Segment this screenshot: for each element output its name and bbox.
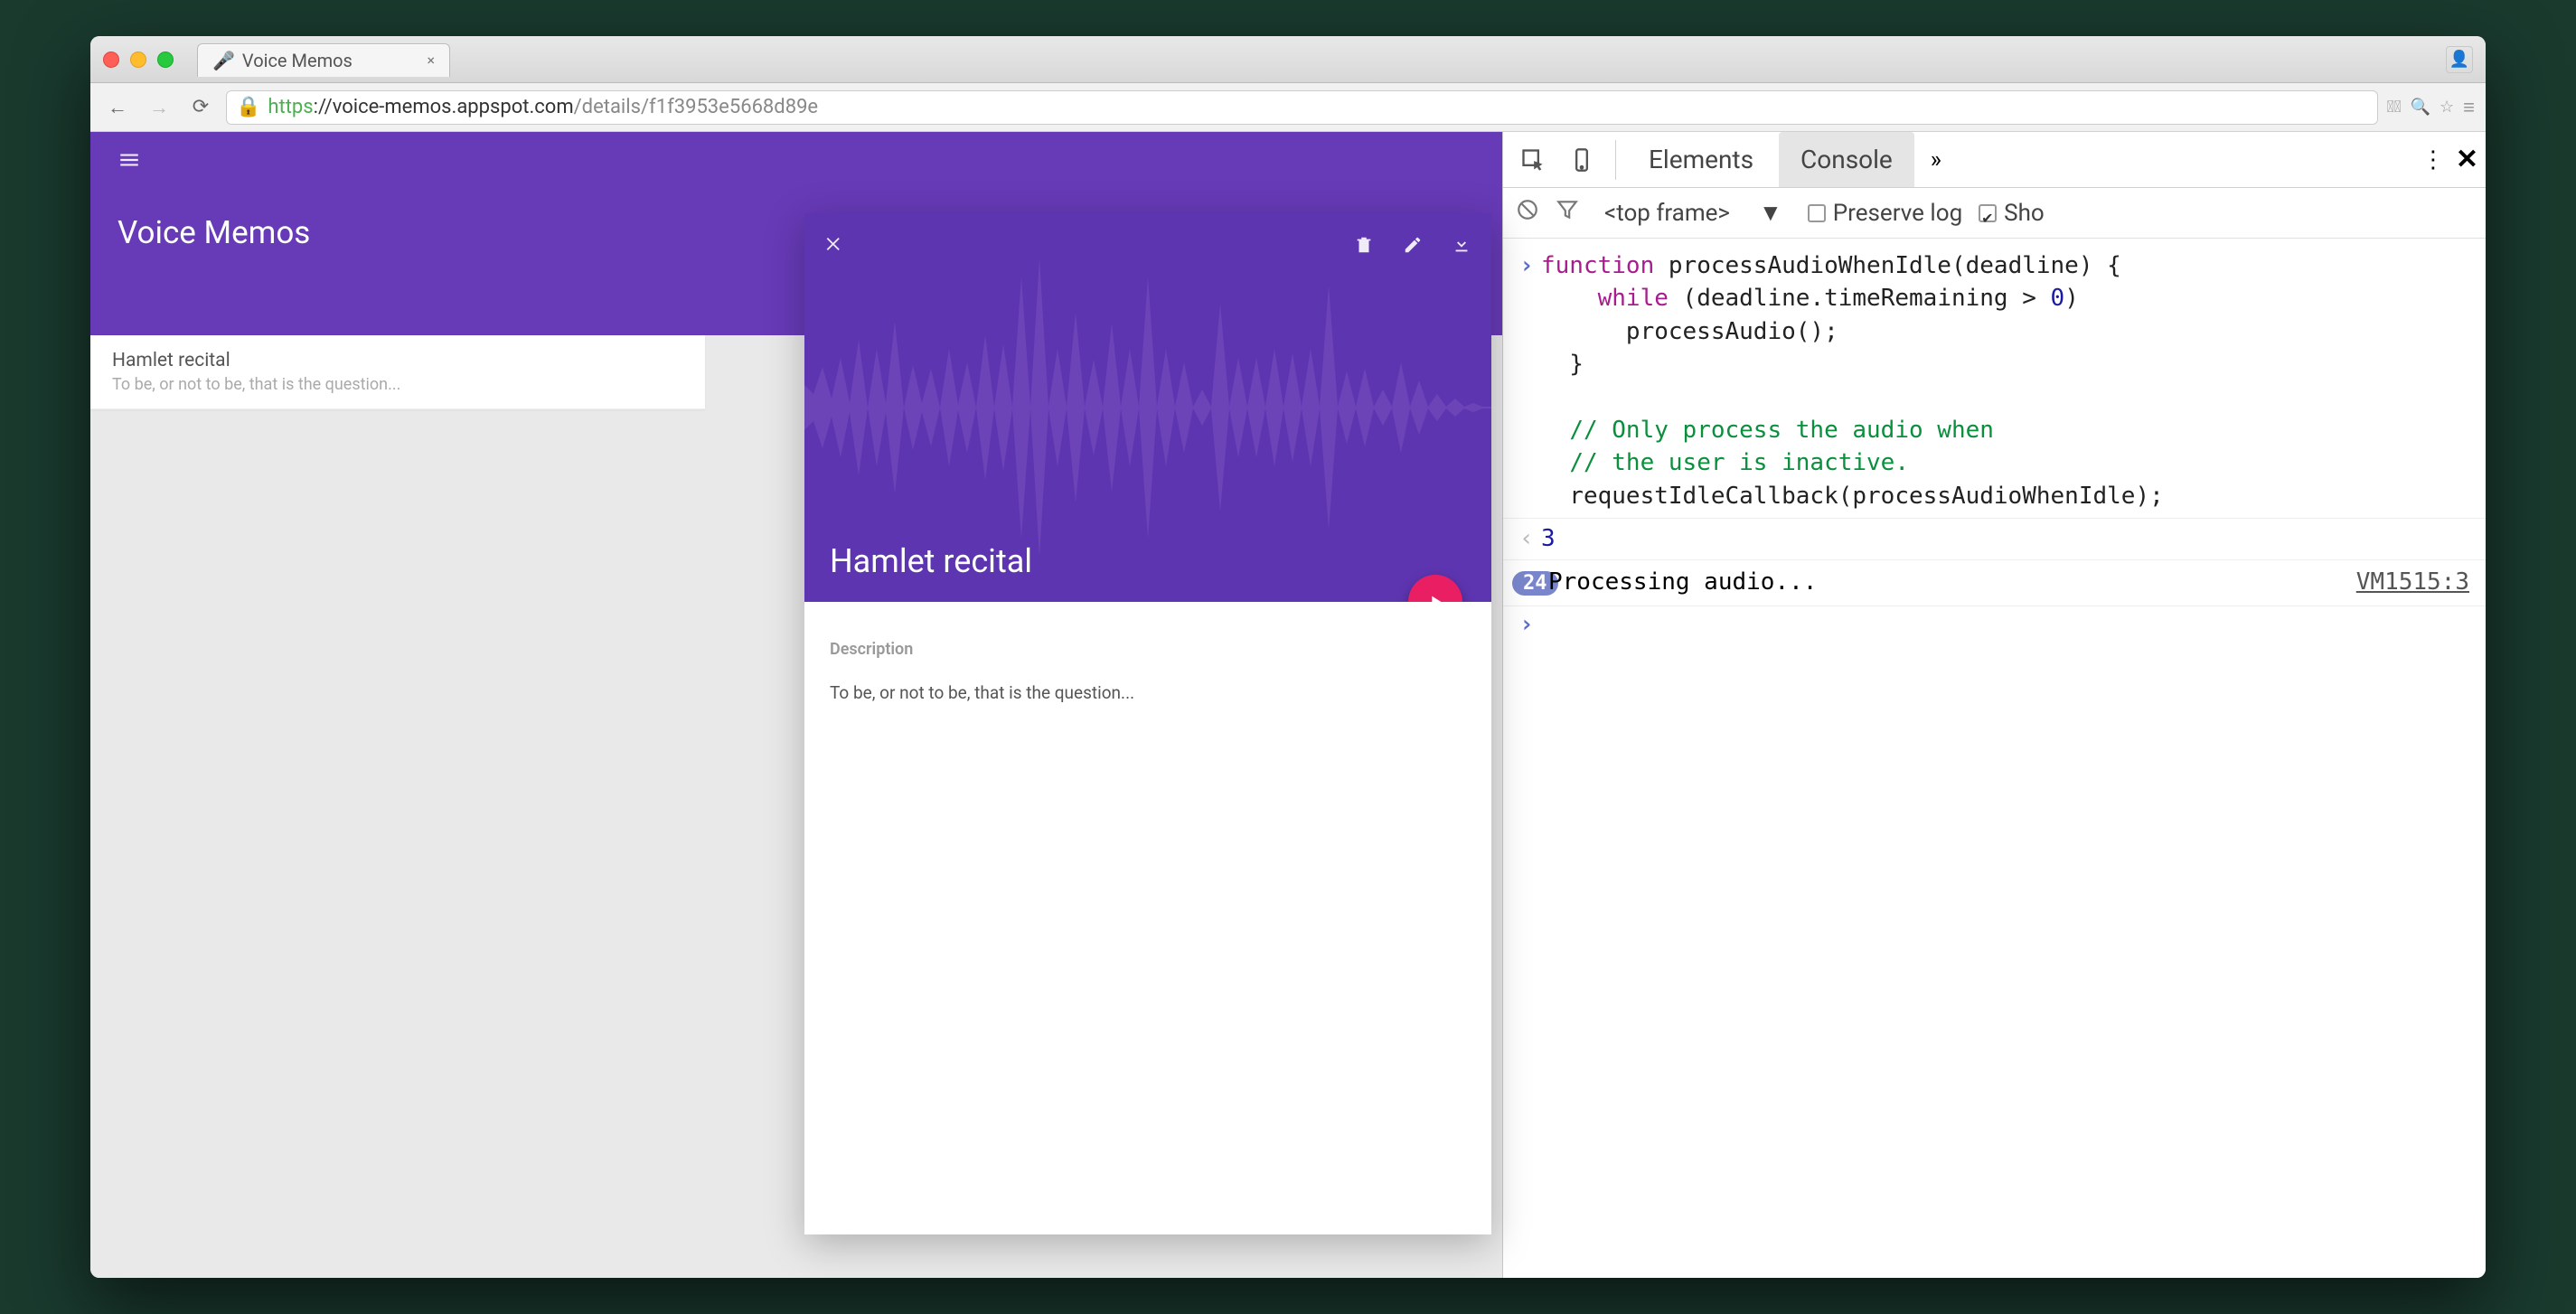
tab-title: Voice Memos — [242, 50, 353, 71]
devtools-tabstrip: Elements Console » ⋮ ✕ — [1503, 132, 2486, 188]
code-block: function processAudioWhenIdle(deadline) … — [1541, 249, 2164, 512]
console-toolbar: <top frame> ▼ Preserve log Sho — [1503, 188, 2486, 239]
checkbox-checked-icon — [1979, 204, 1997, 222]
lock-icon: 🔒 — [236, 96, 260, 118]
url-scheme: https — [268, 96, 313, 118]
window-close-button[interactable] — [103, 52, 119, 68]
show-checkbox[interactable]: Sho — [1979, 200, 2045, 227]
chevron-down-icon: ▼ — [1759, 199, 1782, 227]
zoom-icon[interactable]: 🔍 — [2411, 98, 2430, 117]
console-result: ‹ 3 — [1503, 519, 2486, 559]
devtools-more-tabs[interactable]: » — [1918, 137, 1954, 183]
log-count-badge: 24 — [1512, 566, 1541, 598]
download-icon — [1452, 235, 1471, 255]
window-titlebar: 🎤 Voice Memos × 👤 — [90, 36, 2486, 83]
devtools-close-button[interactable]: ✕ — [2456, 144, 2478, 175]
input-caret-icon: › — [1512, 249, 1541, 282]
console-output: › function processAudioWhenIdle(deadline… — [1503, 239, 2486, 1278]
device-mode-button[interactable] — [1559, 138, 1604, 182]
video-icon[interactable]: ▢⃞ — [2387, 98, 2402, 117]
trash-icon — [1354, 235, 1374, 255]
devtools-panel: Elements Console » ⋮ ✕ <top frame> ▼ — [1502, 132, 2486, 1278]
edit-button[interactable] — [1403, 235, 1423, 258]
menu-icon — [118, 148, 141, 172]
detail-title: Hamlet recital — [830, 542, 1032, 580]
filter-button[interactable] — [1556, 198, 1579, 228]
memo-item-subtitle: To be, or not to be, that is the questio… — [112, 375, 683, 394]
inspect-icon — [1520, 147, 1546, 173]
star-icon[interactable]: ☆ — [2440, 98, 2454, 117]
preserve-log-checkbox[interactable]: Preserve log — [1808, 200, 1962, 227]
back-button[interactable]: ← — [101, 96, 134, 119]
devtools-tab-elements[interactable]: Elements — [1627, 132, 1775, 187]
forward-button[interactable]: → — [143, 96, 175, 119]
app-pane: Voice Memos Hamlet recital To be, or not… — [90, 132, 1502, 1278]
play-icon — [1425, 592, 1445, 602]
funnel-icon — [1556, 198, 1579, 221]
window-minimize-button[interactable] — [130, 52, 146, 68]
device-icon — [1569, 147, 1594, 173]
frame-selector-label: <top frame> — [1604, 200, 1730, 227]
menu-button[interactable] — [118, 148, 146, 178]
memo-item-title: Hamlet recital — [112, 350, 683, 371]
profile-button[interactable]: 👤 — [2446, 46, 2473, 73]
browser-window: 🎤 Voice Memos × 👤 ← → ⟳ 🔒 https://voice-… — [90, 36, 2486, 1278]
console-prompt[interactable]: › — [1503, 606, 2486, 643]
window-controls — [103, 52, 174, 68]
frame-selector[interactable]: <top frame> ▼ — [1595, 197, 1791, 229]
preserve-log-label: Preserve log — [1833, 200, 1962, 227]
memo-detail-panel: Hamlet recital Description To be, or not… — [804, 213, 1491, 1234]
close-detail-button[interactable] — [824, 233, 844, 260]
no-entry-icon — [1516, 198, 1539, 221]
description-text: To be, or not to be, that is the questio… — [830, 682, 1466, 703]
download-button[interactable] — [1452, 235, 1471, 258]
devtools-kebab-icon[interactable]: ⋮ — [2421, 146, 2445, 174]
close-icon — [824, 234, 844, 254]
url-path: /details/f1f3953e5668d89e — [574, 96, 819, 118]
memo-list-item[interactable]: Hamlet recital To be, or not to be, that… — [90, 335, 705, 409]
log-source-link[interactable]: VM1515:3 — [2356, 566, 2469, 598]
console-input-echo: › function processAudioWhenIdle(deadline… — [1503, 246, 2486, 519]
show-label: Sho — [2004, 200, 2045, 227]
prompt-caret-icon: › — [1512, 608, 1541, 641]
mic-icon: 🎤 — [212, 50, 235, 71]
pencil-icon — [1403, 235, 1423, 255]
browser-tab[interactable]: 🎤 Voice Memos × — [197, 43, 450, 77]
clear-console-button[interactable] — [1516, 198, 1539, 228]
inspect-element-button[interactable] — [1510, 138, 1556, 182]
checkbox-icon — [1808, 204, 1826, 222]
reload-button[interactable]: ⟳ — [184, 96, 217, 118]
console-log-row: 24 Processing audio... VM1515:3 — [1503, 560, 2486, 606]
url-host: ://voice-memos.appspot.com — [314, 96, 574, 118]
log-message: Processing audio... — [1548, 566, 1817, 598]
detail-body: Description To be, or not to be, that is… — [804, 602, 1491, 728]
address-bar: ← → ⟳ 🔒 https://voice-memos.appspot.com/… — [90, 83, 2486, 132]
devtools-tab-console[interactable]: Console — [1779, 132, 1914, 187]
detail-header: Hamlet recital — [804, 213, 1491, 602]
delete-button[interactable] — [1354, 235, 1374, 258]
output-caret-icon: ‹ — [1512, 522, 1541, 555]
hamburger-icon[interactable]: ≡ — [2463, 96, 2475, 119]
user-icon: 👤 — [2449, 50, 2469, 69]
close-tab-icon[interactable]: × — [427, 52, 435, 69]
window-zoom-button[interactable] — [157, 52, 174, 68]
result-value: 3 — [1541, 522, 1556, 555]
content-area: Voice Memos Hamlet recital To be, or not… — [90, 132, 2486, 1278]
url-input[interactable]: 🔒 https://voice-memos.appspot.com/detail… — [226, 90, 2378, 125]
description-label: Description — [830, 640, 1466, 659]
app-background: Voice Memos Hamlet recital To be, or not… — [90, 132, 1502, 1278]
